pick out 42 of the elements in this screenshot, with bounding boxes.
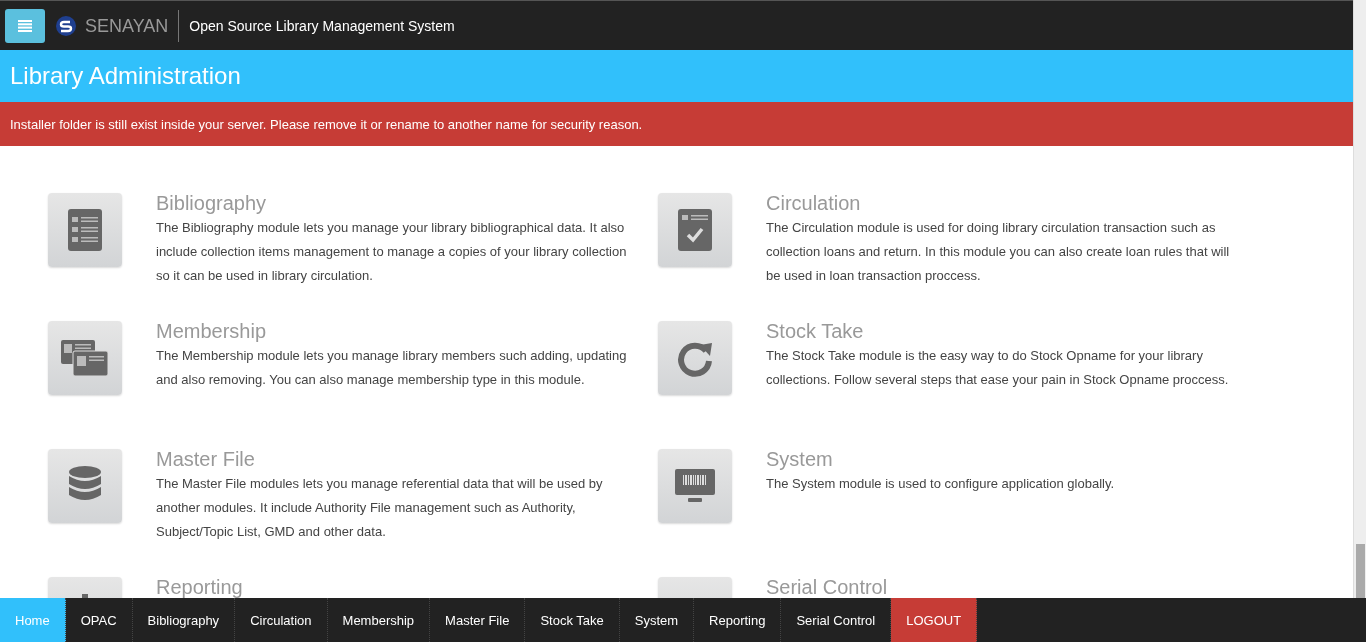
id-cards-icon xyxy=(61,340,109,376)
nav-link[interactable]: Master File xyxy=(430,598,526,642)
module-title[interactable]: Circulation xyxy=(766,191,1246,215)
nav-link[interactable]: LOGOUT xyxy=(891,598,978,642)
nav-link[interactable]: Bibliography xyxy=(132,598,236,642)
menu-button[interactable] xyxy=(5,8,45,43)
nav-link[interactable]: OPAC xyxy=(65,598,133,642)
menu-icon xyxy=(18,19,32,32)
module-description: The System module is used to configure application globally. xyxy=(766,475,1116,493)
module-title[interactable]: Master File xyxy=(156,447,636,471)
nav-link[interactable]: System xyxy=(619,598,695,642)
module-title[interactable]: Membership xyxy=(156,319,636,343)
module-description: The Stock Take module is the easy way to do Stock Opname for your library collections. Follow several steps that ease your pain in Stock Opname proccess. xyxy=(766,347,1230,389)
scrollbar[interactable] xyxy=(1353,0,1366,598)
module-title[interactable]: Reporting xyxy=(156,575,636,598)
nav-link[interactable]: Reporting xyxy=(694,598,782,642)
nav-link[interactable]: Circulation xyxy=(235,598,328,642)
module-icon-tile[interactable] xyxy=(48,449,122,523)
brand-name: SENAYAN xyxy=(85,9,180,42)
module-description: The Bibliography module lets you manage your library bibliographical data. It also include collection items management to manage a copies of your library collection so it can be used in library circulation. xyxy=(156,219,628,285)
monitor-icon xyxy=(675,469,715,503)
module-icon-tile[interactable] xyxy=(658,193,732,267)
nav-link[interactable]: Stock Take xyxy=(525,598,620,642)
list-icon xyxy=(68,209,102,251)
checklist-icon xyxy=(678,209,712,251)
page-title: Library Administration xyxy=(10,62,241,90)
module-icon-tile[interactable] xyxy=(48,193,122,267)
module-icon-tile[interactable] xyxy=(658,449,732,523)
module-title[interactable]: System xyxy=(766,447,1246,471)
module-description: The Master File modules lets you manage referential data that will be used by another modules. It include Authority File management such as Authority, Subject/Topic List, GMD and other data. xyxy=(156,475,604,541)
module-title[interactable]: Bibliography xyxy=(156,191,636,215)
module-icon-tile[interactable] xyxy=(658,321,732,395)
module-icon-tile[interactable] xyxy=(48,321,122,395)
module-title[interactable]: Stock Take xyxy=(766,319,1246,343)
logo-icon xyxy=(56,15,76,36)
scrollbar-thumb[interactable] xyxy=(1356,544,1365,598)
module-description: The Membership module lets you manage library members such adding, updating and also removing. You can also manage membership type in this module. xyxy=(156,347,628,389)
module-description: The Circulation module is used for doing library circulation transaction such as collection loans and return. In this module you can also create loan rules that will be used in loan transaction proccess. xyxy=(766,219,1231,285)
module-title[interactable]: Serial Control xyxy=(766,575,1246,598)
alert-text: Installer folder is still exist inside your server. Please remove it or rename to another name for security reason. xyxy=(10,116,643,132)
nav-link[interactable]: Membership xyxy=(327,598,431,642)
app-subtitle: Open Source Library Management System xyxy=(189,17,455,34)
